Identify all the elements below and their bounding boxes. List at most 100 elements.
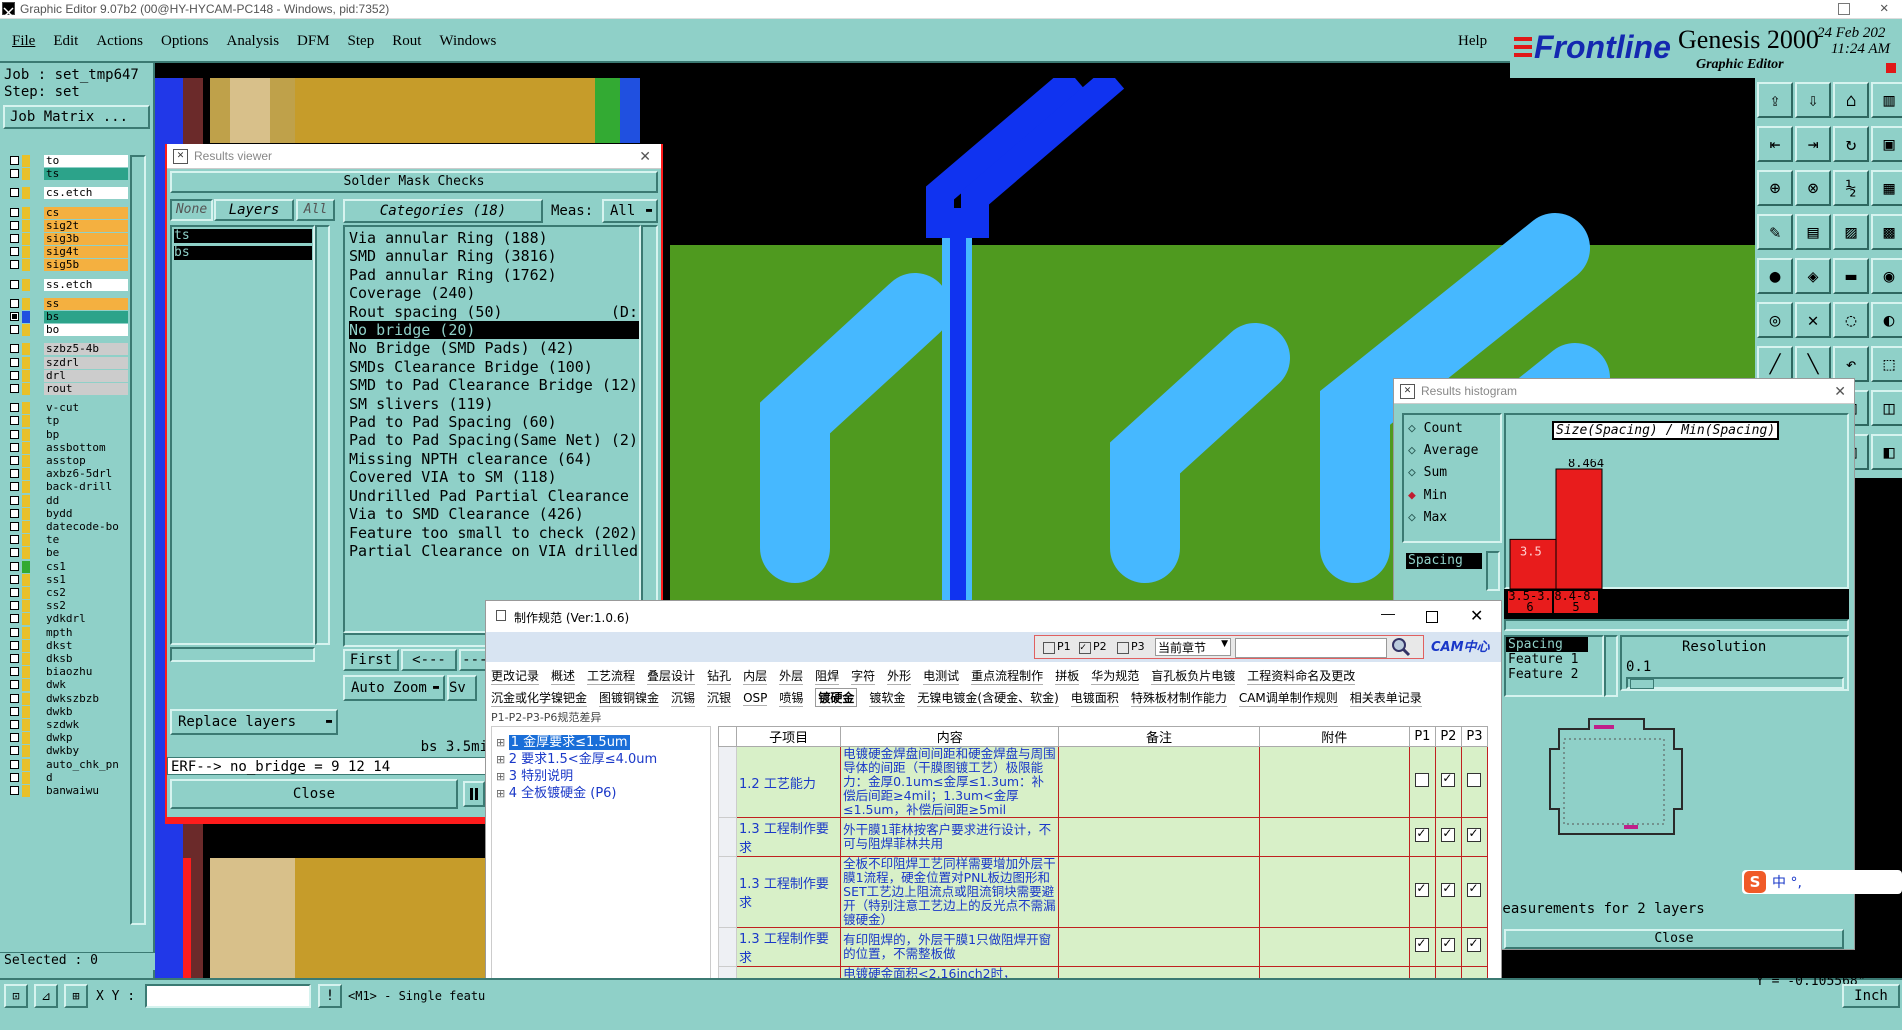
sv-button[interactable]: Sv bbox=[447, 675, 477, 701]
layer-name[interactable]: dwkby bbox=[44, 745, 128, 758]
spec-tab[interactable]: 电镀面积 bbox=[1070, 689, 1119, 707]
layer-checkbox[interactable] bbox=[10, 693, 19, 703]
layer-name[interactable]: sig2t bbox=[44, 219, 128, 232]
layer-row[interactable]: cs bbox=[8, 206, 128, 220]
layer-checkbox[interactable] bbox=[10, 706, 19, 716]
layer-row[interactable]: dd bbox=[8, 494, 128, 508]
tool-icon[interactable]: ⊗ bbox=[1795, 170, 1831, 206]
layer-row[interactable]: to bbox=[8, 155, 128, 168]
spec-tab[interactable]: 外层 bbox=[779, 667, 804, 685]
xy-input[interactable] bbox=[145, 984, 311, 1008]
table-row[interactable]: 1.2 工艺能力 电镀硬金焊盘间间距和硬金焊盘与周围导体的间距（干膜图镀工艺）极限… bbox=[718, 746, 1489, 818]
tool-icon[interactable]: ⌂ bbox=[1833, 82, 1869, 118]
layer-color-swatch[interactable] bbox=[22, 369, 30, 382]
tool-icon[interactable]: ⇥ bbox=[1795, 126, 1831, 162]
layer-name[interactable]: be bbox=[44, 547, 128, 560]
menu-actions[interactable]: Actions bbox=[96, 33, 143, 50]
layer-color-swatch[interactable] bbox=[22, 613, 30, 626]
p1-checkbox[interactable] bbox=[1415, 826, 1430, 842]
tool-icon[interactable]: ⬚ bbox=[1871, 346, 1902, 382]
tool-icon[interactable]: ⇪ bbox=[1757, 82, 1793, 118]
layer-row[interactable]: axbz6-5drl bbox=[8, 468, 128, 481]
layer-checkbox[interactable] bbox=[10, 260, 19, 270]
category-item[interactable]: SM slivers (119) bbox=[349, 395, 639, 413]
p1-checkbox[interactable] bbox=[1043, 642, 1055, 654]
layer-color-swatch[interactable] bbox=[22, 155, 30, 167]
layer-row[interactable]: dksb bbox=[8, 653, 128, 666]
layer-checkbox[interactable] bbox=[10, 416, 19, 426]
spec-tab[interactable]: 喷锡 bbox=[779, 689, 804, 707]
layer-color-swatch[interactable] bbox=[22, 507, 30, 520]
tool-icon[interactable]: ◎ bbox=[1757, 302, 1793, 338]
category-item[interactable]: Undrilled Pad Partial Clearance ( bbox=[349, 487, 639, 505]
layer-checkbox[interactable] bbox=[10, 384, 19, 393]
category-item[interactable]: Via annular Ring (188) bbox=[349, 229, 639, 247]
layer-color-swatch[interactable] bbox=[22, 455, 30, 467]
feature2-label[interactable]: Feature 2 bbox=[1506, 667, 1602, 682]
layer-row[interactable]: mpth bbox=[8, 626, 128, 640]
layer-checkbox[interactable] bbox=[10, 188, 19, 198]
layer-row[interactable]: bs bbox=[8, 311, 128, 324]
spec-tab3[interactable]: P1-P2-P3-P6规范差异 bbox=[491, 709, 601, 725]
categories-button[interactable]: Categories (18) bbox=[343, 199, 543, 223]
layer-color-swatch[interactable] bbox=[22, 233, 30, 245]
p2-checkbox[interactable]: ✓ bbox=[1079, 642, 1091, 654]
layer-name[interactable]: ss.etch bbox=[44, 278, 128, 291]
layer-row[interactable]: biaozhu bbox=[8, 666, 128, 679]
layer-checkbox[interactable] bbox=[10, 234, 19, 243]
menu-rout[interactable]: Rout bbox=[392, 33, 421, 50]
stat-option-count[interactable]: ◇ Count bbox=[1408, 421, 1463, 436]
layer-color-swatch[interactable] bbox=[22, 219, 30, 232]
layer-row[interactable]: ss2 bbox=[8, 600, 128, 613]
layer-name[interactable]: szdrl bbox=[44, 356, 128, 369]
stat-option-sum[interactable]: ◇ Sum bbox=[1408, 465, 1447, 480]
layer-checkbox[interactable] bbox=[10, 627, 19, 637]
info-icon[interactable]: ! bbox=[318, 984, 342, 1008]
category-item[interactable]: No bridge (20) bbox=[349, 321, 639, 340]
layer-name[interactable]: biaozhu bbox=[44, 666, 128, 679]
tool-icon[interactable]: ↻ bbox=[1833, 126, 1869, 162]
tool-icon[interactable]: ● bbox=[1757, 258, 1793, 294]
layer-row[interactable]: v-cut bbox=[8, 402, 128, 415]
results-close-button[interactable]: Close bbox=[170, 779, 458, 809]
tool-icon[interactable]: ✕ bbox=[1795, 302, 1831, 338]
menu-help[interactable]: Help bbox=[1458, 33, 1487, 50]
layer-name[interactable]: banwaiwu bbox=[44, 785, 128, 797]
layer-color-swatch[interactable] bbox=[22, 666, 30, 679]
layer-row[interactable]: assbottom bbox=[8, 441, 128, 455]
layer-checkbox[interactable] bbox=[10, 588, 19, 597]
tool-icon[interactable]: ▤ bbox=[1795, 214, 1831, 250]
results-viewer-close-icon[interactable]: ✕ bbox=[639, 148, 651, 165]
layer-color-swatch[interactable] bbox=[22, 626, 30, 639]
tool-icon[interactable]: ◫ bbox=[1871, 390, 1902, 426]
layer-row[interactable]: sig4t bbox=[8, 246, 128, 259]
category-item[interactable]: No Bridge (SMD Pads) (42) bbox=[349, 339, 639, 357]
layer-name[interactable]: cs2 bbox=[44, 587, 128, 599]
layer-color-swatch[interactable] bbox=[22, 402, 30, 415]
layer-row[interactable]: ts bbox=[8, 168, 128, 181]
layer-row[interactable]: datecode-bo bbox=[8, 521, 128, 534]
layer-row[interactable]: ydkdrl bbox=[8, 613, 128, 626]
spec-tab[interactable]: 特殊板材制作能力 bbox=[1130, 689, 1227, 707]
tool-icon[interactable]: ▩ bbox=[1871, 214, 1902, 250]
meas-select[interactable]: All ▬ bbox=[602, 199, 658, 223]
category-item[interactable]: Covered VIA to SM (118) bbox=[349, 468, 639, 486]
spec-tab[interactable]: 钻孔 bbox=[707, 667, 732, 685]
layer-name[interactable]: bp bbox=[44, 428, 128, 441]
layer-name[interactable]: rout bbox=[44, 383, 128, 395]
p1-checkbox[interactable] bbox=[1415, 936, 1430, 952]
layer-checkbox[interactable] bbox=[10, 640, 19, 650]
layer-name[interactable]: dd bbox=[44, 494, 128, 507]
tool-icon[interactable]: ╲ bbox=[1795, 346, 1831, 382]
chapter-select[interactable]: 当前章节 ▼ bbox=[1155, 638, 1231, 656]
feature1-label[interactable]: Feature 1 bbox=[1506, 652, 1602, 667]
layer-color-swatch[interactable] bbox=[22, 771, 30, 784]
tool-icon[interactable]: ▬ bbox=[1833, 258, 1869, 294]
stat-option-min[interactable]: ◆ Min bbox=[1408, 488, 1447, 503]
layer-color-swatch[interactable] bbox=[22, 278, 30, 291]
category-item[interactable]: Coverage (240) bbox=[349, 284, 639, 302]
layer-checkbox[interactable] bbox=[10, 601, 19, 611]
tool-icon[interactable]: ◈ bbox=[1795, 258, 1831, 294]
layer-name[interactable]: ts bbox=[44, 168, 128, 181]
layer-row[interactable]: d bbox=[8, 771, 128, 785]
